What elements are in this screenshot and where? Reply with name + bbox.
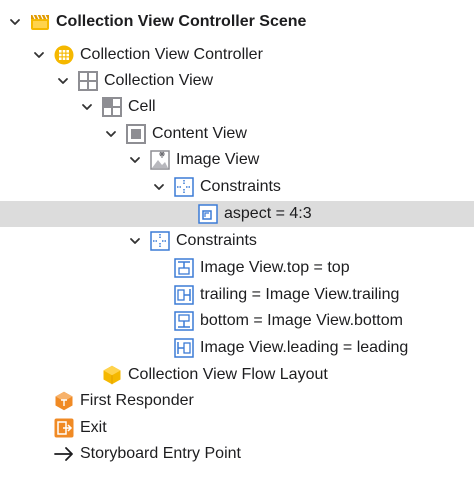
aspect-constraint-label: aspect = 4:3 <box>224 205 312 222</box>
collection-view-icon <box>78 71 98 91</box>
chevron-down-icon[interactable] <box>32 48 46 62</box>
chevron-down-icon[interactable] <box>104 127 118 141</box>
bottom-constraint-label: bottom = Image View.bottom <box>200 312 403 329</box>
chevron-down-icon[interactable] <box>128 153 142 167</box>
content-view-label: Content View <box>152 125 247 142</box>
outline-row-content-view[interactable]: Content View <box>0 121 474 147</box>
outline-row-collection-view[interactable]: Collection View <box>0 68 474 94</box>
constraints-icon <box>174 177 194 197</box>
collection-view-label: Collection View <box>104 72 214 89</box>
outline-row-image-view[interactable]: Image View <box>0 147 474 173</box>
chevron-down-icon[interactable] <box>8 15 22 29</box>
outline-row-flow-layout[interactable]: Collection View Flow Layout <box>0 362 474 388</box>
image-view-label: Image View <box>176 151 260 168</box>
outline-row-leading-constraint[interactable]: Image View.leading = leading <box>0 335 474 361</box>
scene-icon <box>30 12 50 32</box>
cell-label: Cell <box>128 98 156 115</box>
leading-constraint-icon <box>174 338 194 358</box>
content-view-icon <box>126 124 146 144</box>
trailing-constraint-icon <box>174 285 194 305</box>
first-responder-icon <box>54 391 74 411</box>
chevron-down-icon[interactable] <box>152 180 166 194</box>
outline-row-top-constraint[interactable]: Image View.top = top <box>0 255 474 281</box>
outline-row-cell[interactable]: Cell <box>0 94 474 120</box>
collection-view-controller-icon <box>54 45 74 65</box>
entry-point-label: Storyboard Entry Point <box>80 445 241 462</box>
outline-row-aspect-constraint[interactable]: aspect = 4:3 <box>0 201 474 227</box>
top-constraint-icon <box>174 258 194 278</box>
outline-row-entry-point[interactable]: Storyboard Entry Point <box>0 441 474 467</box>
exit-label: Exit <box>80 419 107 436</box>
arrow-right-icon <box>54 444 74 464</box>
flow-layout-icon <box>102 365 122 385</box>
first-responder-label: First Responder <box>80 392 194 409</box>
cell-icon <box>102 97 122 117</box>
leading-constraint-label: Image View.leading = leading <box>200 339 409 356</box>
outline-row-trailing-constraint[interactable]: trailing = Image View.trailing <box>0 282 474 308</box>
scene-label: Collection View Controller Scene <box>56 13 307 30</box>
trailing-constraint-label: trailing = Image View.trailing <box>200 286 400 303</box>
outline-row-scene[interactable]: Collection View Controller Scene <box>0 9 474 35</box>
constraints-label: Constraints <box>176 232 257 249</box>
image-view-icon <box>150 150 170 170</box>
outline-row-first-responder[interactable]: First Responder <box>0 388 474 414</box>
outline-row-controller[interactable]: Collection View Controller <box>0 42 474 68</box>
aspect-ratio-constraint-icon <box>198 204 218 224</box>
constraints-label: Constraints <box>200 178 281 195</box>
exit-icon <box>54 418 74 438</box>
document-outline: Collection View Controller Scene Collect… <box>0 0 474 478</box>
controller-label: Collection View Controller <box>80 46 263 63</box>
chevron-down-icon[interactable] <box>80 100 94 114</box>
outline-row-exit[interactable]: Exit <box>0 415 474 441</box>
flow-layout-label: Collection View Flow Layout <box>128 366 328 383</box>
bottom-constraint-icon <box>174 311 194 331</box>
outline-row-bottom-constraint[interactable]: bottom = Image View.bottom <box>0 308 474 334</box>
chevron-down-icon[interactable] <box>128 234 142 248</box>
chevron-down-icon[interactable] <box>56 74 70 88</box>
constraints-icon <box>150 231 170 251</box>
top-constraint-label: Image View.top = top <box>200 259 350 276</box>
outline-row-image-view-constraints[interactable]: Constraints <box>0 174 474 200</box>
outline-row-content-constraints[interactable]: Constraints <box>0 228 474 254</box>
